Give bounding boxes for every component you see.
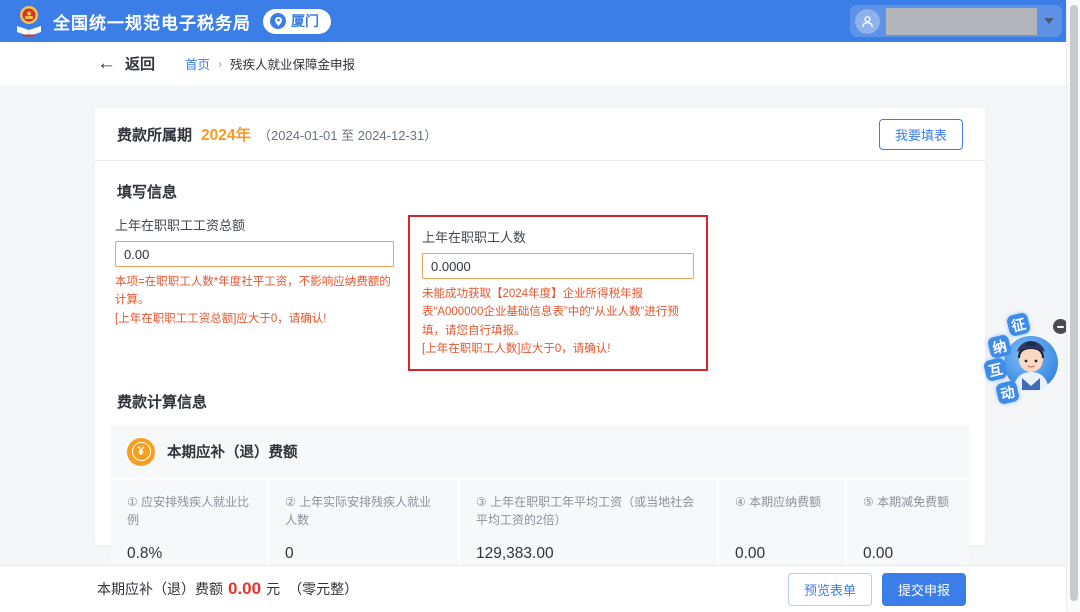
yuan-coin-icon: ¥	[127, 438, 155, 466]
calc-panel: ¥ 本期应补（退）费额 ① 应安排残疾人就业比例 0.8% ② 上年实际安排残疾…	[111, 425, 969, 580]
calc-panel-header: ¥ 本期应补（退）费额	[111, 425, 969, 478]
footer-result-label: 本期应补（退）费额	[97, 579, 223, 599]
employee-count-input[interactable]	[422, 253, 694, 279]
breadcrumb-bar: ← 返回 首页 › 残疾人就业保障金申报	[0, 42, 1080, 85]
user-account-dropdown[interactable]	[850, 5, 1062, 37]
period-label: 费款所属期	[117, 124, 192, 145]
total-wages-hints: 本项=在职职工人数*年度社平工资，不影响应纳费额的计算。 [上年在职职工工资总额…	[115, 273, 394, 328]
hint-line: [上年在职职工工资总额]应大于0，请确认!	[115, 310, 394, 328]
hint-line: 未能成功获取【2024年度】企业所得税年报表“A000000企业基础信息表”中的…	[422, 285, 694, 340]
fill-form-button[interactable]: 我要填表	[879, 119, 963, 150]
col-value: 129,383.00	[476, 545, 701, 563]
user-name-redacted	[886, 8, 1037, 35]
app-title: 全国统一规范电子税务局	[53, 9, 251, 34]
scrollbar-thumb[interactable]	[1070, 5, 1078, 601]
calc-section-title: 费款计算信息	[117, 391, 963, 412]
period-date-range: （2024-01-01 至 2024-12-31）	[258, 125, 437, 144]
col-header: ① 应安排残疾人就业比例	[127, 493, 251, 535]
location-pin-icon	[270, 13, 286, 29]
total-wages-input[interactable]	[115, 241, 394, 267]
fill-section-title: 填写信息	[117, 181, 963, 202]
breadcrumb-home-link[interactable]: 首页	[185, 54, 210, 73]
col-header: ⑤ 本期减免费额	[863, 493, 953, 535]
app-header: 全国统一规范电子税务局 厦门	[0, 0, 1080, 42]
footer-buttons: 预览表单 提交申报	[788, 573, 966, 606]
footer-unit: 元	[266, 579, 280, 599]
breadcrumb-separator: ›	[218, 57, 222, 71]
tax-assistant-widget[interactable]: 征 纳 互 动	[980, 308, 1066, 408]
col-header: ② 上年实际安排残疾人就业人数	[285, 493, 442, 535]
period-year: 2024年	[201, 123, 251, 145]
page-scrollbar[interactable]	[1066, 0, 1080, 612]
col-value: 0	[285, 545, 442, 563]
submit-declaration-button[interactable]: 提交申报	[882, 573, 966, 606]
footer-amount: 0.00	[228, 579, 261, 599]
chevron-down-icon	[1044, 18, 1054, 24]
form-fields-row: 上年在职职工工资总额 本项=在职职工人数*年度社平工资，不影响应纳费额的计算。 …	[95, 215, 985, 371]
declaration-card: 费款所属期 2024年 （2024-01-01 至 2024-12-31） 我要…	[95, 108, 985, 545]
location-label: 厦门	[291, 11, 319, 31]
main-area: 费款所属期 2024年 （2024-01-01 至 2024-12-31） 我要…	[0, 85, 1080, 565]
breadcrumb-current: 残疾人就业保障金申报	[230, 54, 355, 73]
employee-count-label: 上年在职职工人数	[422, 227, 694, 246]
user-avatar-icon	[855, 9, 880, 34]
col-header: ④ 本期应纳费额	[735, 493, 829, 535]
back-arrow-icon[interactable]: ←	[97, 54, 116, 73]
total-wages-field-group: 上年在职职工工资总额 本项=在职职工人数*年度社平工资，不影响应纳费额的计算。 …	[115, 215, 394, 328]
col-value: 0.8%	[127, 545, 251, 563]
employee-count-highlight-box: 上年在职职工人数 未能成功获取【2024年度】企业所得税年报表“A000000企…	[408, 215, 708, 371]
footer-amount-words: （零元整）	[288, 579, 358, 599]
total-wages-label: 上年在职职工工资总额	[115, 215, 394, 234]
back-button[interactable]: 返回	[125, 53, 155, 74]
preview-form-button[interactable]: 预览表单	[788, 573, 872, 606]
calc-panel-title: 本期应补（退）费额	[167, 441, 298, 462]
footer-action-bar: 本期应补（退）费额 0.00 元 （零元整） 预览表单 提交申报	[0, 565, 1080, 612]
national-emblem-logo	[14, 5, 44, 37]
period-header-row: 费款所属期 2024年 （2024-01-01 至 2024-12-31） 我要…	[95, 108, 985, 161]
col-value: 0.00	[863, 545, 953, 563]
col-header: ③ 上年在职职工年平均工资（或当地社会平均工资的2倍）	[476, 493, 701, 535]
col-value: 0.00	[735, 545, 829, 563]
employee-count-field-group: 上年在职职工人数 未能成功获取【2024年度】企业所得税年报表“A000000企…	[422, 227, 694, 359]
employee-count-hints: 未能成功获取【2024年度】企业所得税年报表“A000000企业基础信息表”中的…	[422, 285, 694, 359]
location-selector[interactable]: 厦门	[263, 9, 331, 34]
hint-line: 本项=在职职工人数*年度社平工资，不影响应纳费额的计算。	[115, 273, 394, 310]
breadcrumb: 首页 › 残疾人就业保障金申报	[185, 54, 355, 73]
hint-line: [上年在职职工人数]应大于0，请确认!	[422, 340, 694, 358]
